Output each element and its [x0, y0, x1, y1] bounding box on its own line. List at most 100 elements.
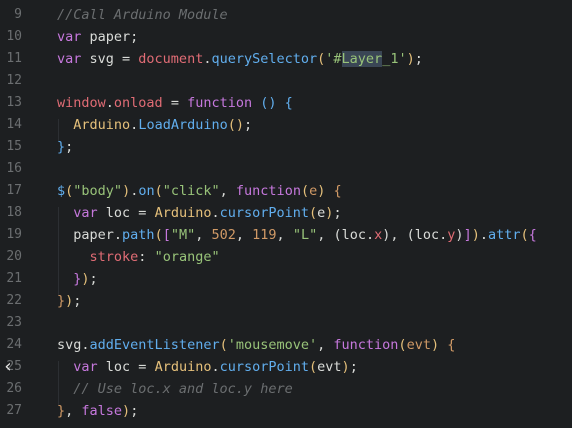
code-token: () — [227, 117, 244, 133]
code-token: loc = — [97, 359, 155, 375]
code-text: }); — [57, 268, 98, 290]
line-number: 21 — [6, 271, 22, 286]
code-token: _1' — [382, 51, 407, 67]
line-number: 22 — [6, 293, 22, 308]
code-line[interactable]: 26 // Use loc.x and loc.y here — [0, 378, 572, 400]
code-token: var — [57, 51, 82, 67]
code-token: . — [211, 205, 220, 221]
code-token: paper — [57, 227, 114, 243]
code-token: { — [284, 95, 293, 111]
code-line[interactable]: 13 window.onload = function () { — [0, 92, 572, 114]
code-token: on — [138, 183, 155, 199]
code-token: ) — [81, 271, 90, 287]
code-token: { — [528, 227, 537, 243]
line-number: 13 — [6, 95, 22, 110]
code-token: ), (loc. — [382, 227, 448, 243]
code-line[interactable]: 20 stroke: "orange" — [0, 246, 572, 268]
code-token: function — [235, 183, 301, 199]
code-text: var svg = document.querySelector('#Layer… — [57, 48, 423, 70]
code-text: $("body").on("click", function(e) { — [57, 180, 342, 202]
code-token: $ — [57, 183, 66, 199]
code-token: ( — [520, 227, 529, 243]
code-line[interactable]: 25 var loc = Arduino.cursorPoint(evt); — [0, 356, 572, 378]
code-token: var — [73, 205, 98, 221]
code-token: () — [252, 95, 285, 111]
code-line[interactable]: 9 //Call Arduino Module — [0, 4, 572, 26]
code-token: { — [439, 337, 456, 353]
code-token: 119 — [252, 227, 277, 243]
code-token: evt — [406, 337, 431, 353]
code-line[interactable]: 23 — [0, 312, 572, 334]
code-line[interactable]: 16 — [0, 158, 572, 180]
code-token: ( — [309, 359, 318, 375]
code-token: stroke — [89, 249, 139, 265]
code-token: ; — [130, 403, 139, 419]
code-text: // Use loc.x and loc.y here — [57, 378, 293, 400]
code-line[interactable]: 24 svg.addEventListener('mousemove', func… — [0, 334, 572, 356]
code-token: "orange" — [154, 249, 220, 265]
code-line[interactable]: 15}; — [0, 136, 572, 158]
code-token: ( — [219, 337, 228, 353]
code-line[interactable]: 19 paper.path(["M", 502, 119, "L", (loc.… — [0, 224, 572, 246]
code-token: 'mousemove' — [227, 337, 318, 353]
code-text: //Call Arduino Module — [57, 4, 228, 26]
code-token: "L" — [292, 227, 318, 243]
code-token: "click" — [162, 183, 220, 199]
code-editor[interactable]: 9 //Call Arduino Module 10 var paper; 11 var … — [0, 0, 572, 428]
code-text: }); — [57, 290, 81, 312]
code-token: attr — [487, 227, 521, 243]
code-token: , — [276, 227, 293, 243]
code-token: ; — [349, 359, 358, 375]
code-token: ; — [65, 139, 74, 155]
code-line[interactable]: 10 var paper; — [0, 26, 572, 48]
code-line[interactable]: 22}); — [0, 290, 572, 312]
code-token: : — [138, 249, 155, 265]
code-token: function — [187, 95, 253, 111]
code-token: // Use loc.x and loc.y here — [57, 381, 293, 397]
code-line[interactable]: 27}, false); — [0, 400, 572, 422]
code-token: '# — [325, 51, 342, 67]
code-token: . — [211, 359, 220, 375]
code-token: "M" — [170, 227, 196, 243]
code-line[interactable]: 12 — [0, 70, 572, 92]
line-number: 15 — [6, 139, 22, 154]
code-line[interactable]: 14 Arduino.LoadArduino(); — [0, 114, 572, 136]
code-token: ; — [89, 271, 98, 287]
code-token: addEventListener — [89, 337, 220, 353]
code-token: ) — [122, 403, 131, 419]
code-line[interactable]: 17 $("body").on("click", function(e) { — [0, 180, 572, 202]
code-text: stroke: "orange" — [57, 246, 220, 268]
line-number: 19 — [6, 227, 22, 242]
code-token: loc = — [97, 205, 155, 221]
code-line[interactable]: 21 }); — [0, 268, 572, 290]
code-token: ( — [300, 183, 310, 199]
code-text: }; — [57, 136, 73, 158]
code-token: . — [113, 227, 123, 243]
line-number: 26 — [6, 381, 22, 396]
code-text: paper.path(["M", 502, 119, "L", (loc.x),… — [57, 224, 537, 246]
code-token: } — [57, 403, 66, 419]
code-line[interactable]: 11 var svg = document.querySelector('#Lay… — [0, 48, 572, 70]
code-text: var loc = Arduino.cursorPoint(e); — [57, 202, 341, 224]
code-token: Arduino — [73, 117, 131, 133]
line-number: 12 — [6, 73, 22, 88]
code-token: //Call Arduino Module — [57, 7, 228, 23]
line-number: 18 — [6, 205, 22, 220]
code-token: svg — [57, 337, 82, 353]
code-token: , — [219, 183, 236, 199]
line-number: 11 — [6, 51, 22, 66]
chevron-left-icon[interactable]: ‹ — [0, 354, 16, 380]
code-token: "body" — [73, 183, 123, 199]
code-token: svg = — [81, 51, 139, 67]
code-token: { — [325, 183, 342, 199]
line-number: 24 — [6, 337, 22, 352]
code-text: var loc = Arduino.cursorPoint(evt); — [57, 356, 358, 378]
code-token: , — [317, 337, 334, 353]
code-token: path — [122, 227, 155, 243]
code-token: ( — [309, 205, 318, 221]
code-token: . — [479, 227, 488, 243]
code-line[interactable]: 18 var loc = Arduino.cursorPoint(e); — [0, 202, 572, 224]
code-token: false — [81, 403, 123, 419]
